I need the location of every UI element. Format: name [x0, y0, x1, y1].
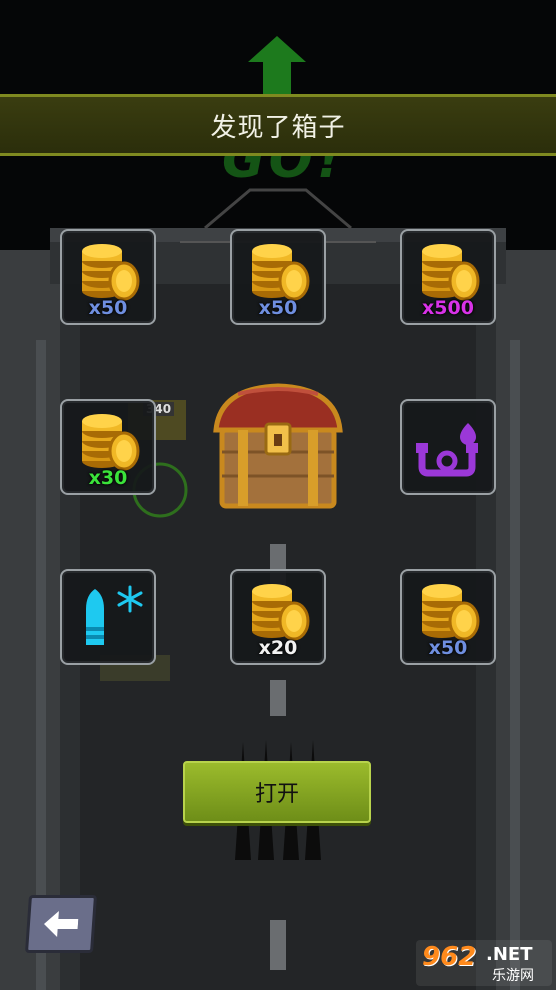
site-watermark: 962 .NET 乐游网: [416, 940, 552, 986]
reward-quantity: x20: [258, 637, 298, 659]
reward-slot-coins[interactable]: x50: [230, 229, 326, 325]
reward-quantity: x50: [428, 637, 468, 659]
reward-quantity: x50: [88, 297, 128, 319]
reward-slot-coins[interactable]: x30: [60, 399, 156, 495]
reward-slot-coins[interactable]: x50: [400, 569, 496, 665]
reward-quantity: x50: [258, 297, 298, 319]
reward-quantity: x500: [422, 297, 474, 319]
open-chest-label: 打开: [254, 782, 299, 807]
watermark-number: 962: [422, 942, 477, 972]
back-button[interactable]: [24, 895, 98, 953]
banner-title: 发现了箱子: [210, 112, 346, 143]
open-chest-button[interactable]: 打开: [183, 761, 371, 823]
reward-slot-coins[interactable]: x50: [60, 229, 156, 325]
reward-slot-coins[interactable]: x500: [400, 229, 496, 325]
found-chest-banner: 发现了箱子: [0, 94, 556, 156]
treasure-chest-icon: [213, 383, 343, 509]
purple-turret-icon: [416, 423, 478, 477]
watermark-domain: .NET: [486, 944, 533, 965]
reward-slot-turret[interactable]: [400, 399, 496, 495]
reward-slot-ice-bullet[interactable]: [60, 569, 156, 665]
watermark-subtitle: 乐游网: [492, 968, 534, 984]
ice-bullet-icon: [86, 585, 143, 645]
back-arrow-icon: [44, 911, 79, 937]
snowflake-icon: [117, 585, 143, 613]
reward-quantity: x30: [88, 467, 128, 489]
reward-slot-coins[interactable]: x20: [230, 569, 326, 665]
